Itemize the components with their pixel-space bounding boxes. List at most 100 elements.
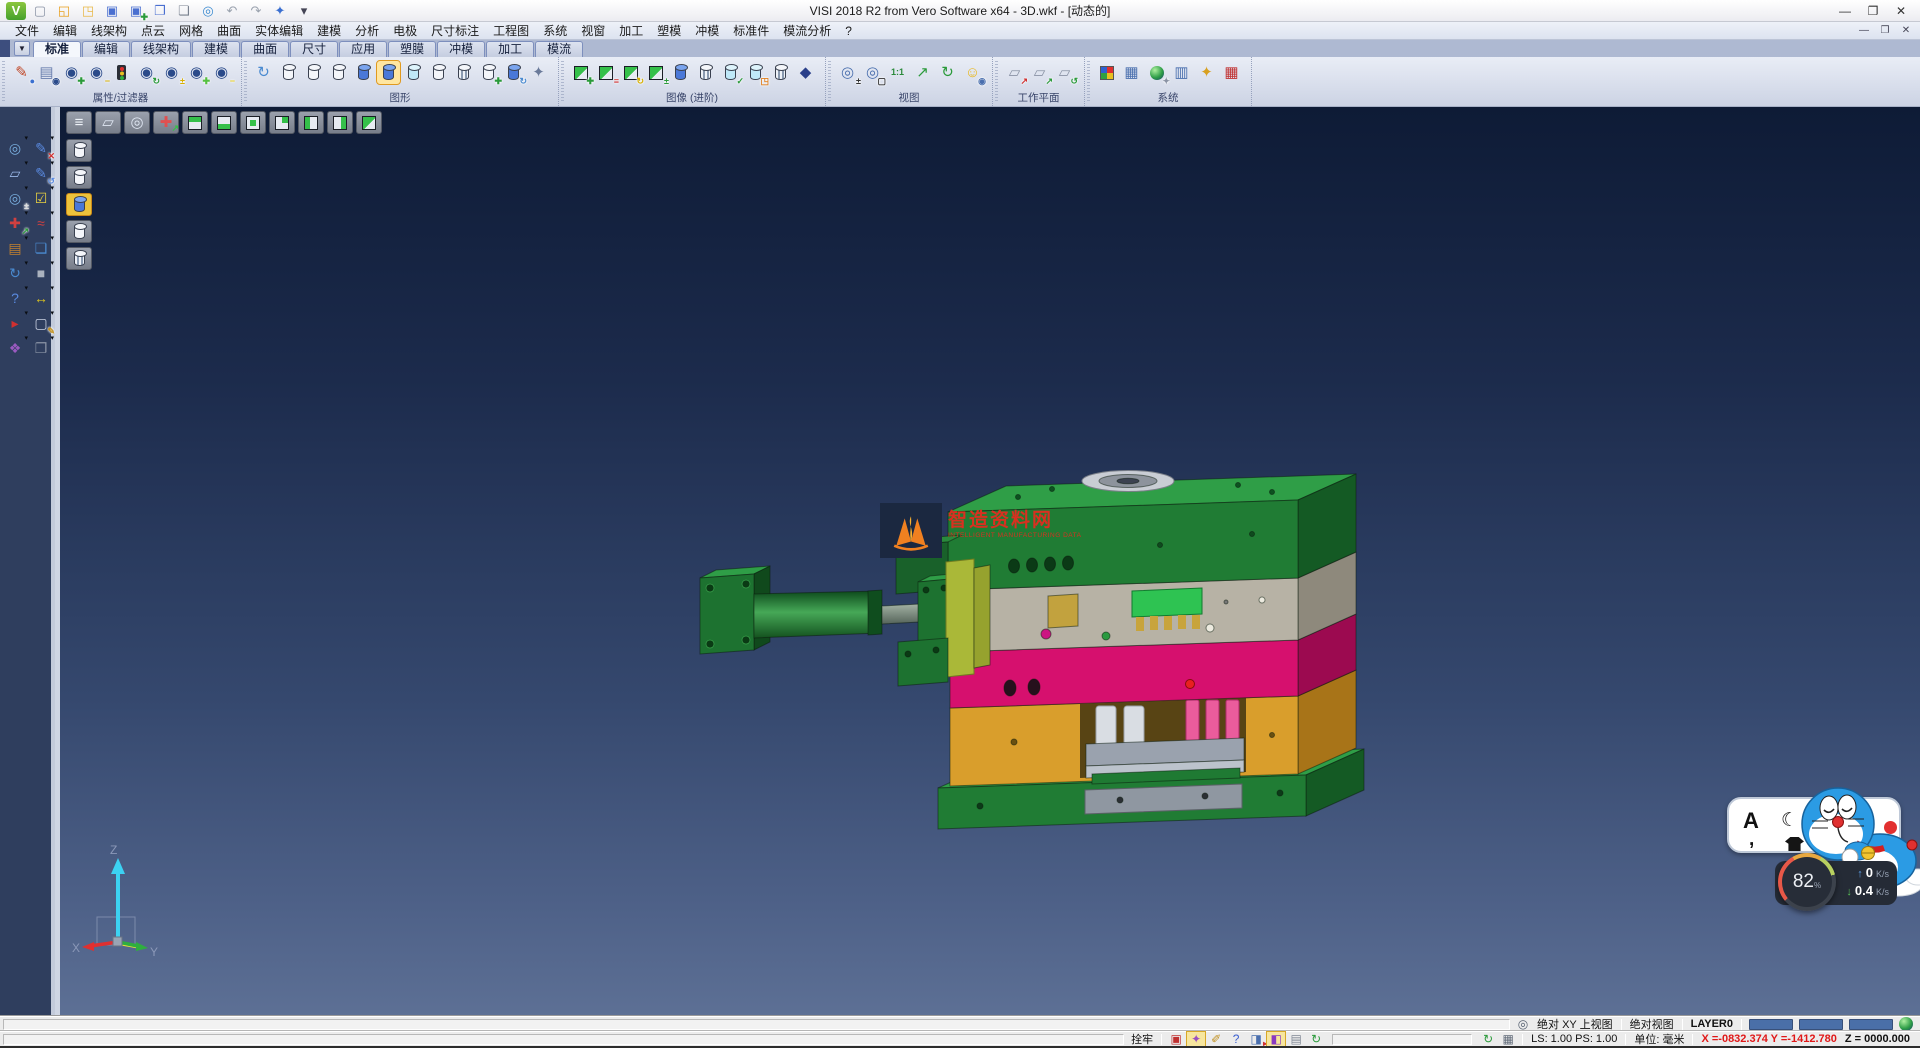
menu-solid-edit[interactable]: 实体编辑 [248,22,310,39]
dock-refresh-icon[interactable]: ↻ [3,262,27,284]
workplane-set-icon[interactable]: ▱↗ [1003,61,1026,84]
show-all-icon[interactable]: ◉✚ [185,61,208,84]
tab-application[interactable]: 应用 [339,41,387,57]
dock-cube-icon[interactable]: ■ [29,262,53,284]
visi-logo[interactable]: V [6,2,26,20]
dock-plane-icon[interactable]: ▱ [3,162,27,184]
menu-file[interactable]: 文件 [8,22,46,39]
dock-zoom-icon[interactable]: ◎± [3,187,27,209]
tab-mould[interactable]: 塑膜 [388,41,436,57]
regen-graphics-icon[interactable]: ↻ [252,61,275,84]
dock-flag-icon[interactable]: ▸ [3,312,27,334]
dock-window-icon[interactable]: ❏ [29,237,53,259]
regen-status-icon[interactable]: ↻ [1307,1032,1325,1046]
box-refresh-icon[interactable]: ↻ [619,61,642,84]
zoom-window-icon[interactable]: ◎▢ [861,61,884,84]
paint-cylinder-icon[interactable]: ✚ [477,61,500,84]
menu-help[interactable]: ? [838,24,859,38]
corner-cylinder-icon[interactable]: ◳ [744,61,767,84]
tab-dimension[interactable]: 尺寸 [290,41,338,57]
zoom-actual-icon[interactable]: 1:1 [886,61,909,84]
attribute-copy-icon[interactable]: ▤◉ [35,61,58,84]
open-file-icon[interactable]: ◱ [54,2,74,20]
save-all-icon[interactable]: ❐ [150,2,170,20]
pan-view-icon[interactable]: ↗ [911,61,934,84]
status-help-icon[interactable]: ? [1227,1032,1245,1046]
qat-dropdown-caret[interactable]: ▾ [294,2,314,20]
tab-standard[interactable]: 标准 [33,41,81,57]
menu-window[interactable]: 视窗 [574,22,612,39]
rotate-view-icon[interactable]: ↻ [936,61,959,84]
dock-confirm-icon[interactable]: ☑ [29,187,53,209]
dock-palette2-icon[interactable]: ❖ [3,337,27,359]
refresh-view-icon[interactable]: ↻ [1479,1032,1497,1046]
dashed-hidden-cylinder-icon[interactable] [327,61,350,84]
redo-icon[interactable]: ↷ [246,2,266,20]
workplane-reset-icon[interactable]: ▱↺ [1053,61,1076,84]
save-as-icon[interactable]: ▣✚ [126,2,146,20]
hide-all-icon[interactable]: ◉− [210,61,233,84]
export-cube-icon[interactable]: ◨▸ [1247,1032,1265,1046]
viewport-3d[interactable]: ≡▱◎✚↗ [60,107,1920,1016]
box-add-icon[interactable]: ✚ [569,61,592,84]
dock-edit-delete-icon[interactable]: ✎✕ [29,137,53,159]
striped-cylinder-icon[interactable] [694,61,717,84]
menu-point-cloud[interactable]: 点云 [134,22,172,39]
menu-drawing[interactable]: 工程图 [486,22,536,39]
snap-settings-icon[interactable]: ▣ [1167,1032,1185,1046]
menu-machining[interactable]: 加工 [612,22,650,39]
hidden-line-cylinder-icon[interactable] [302,61,325,84]
units-readout[interactable]: 单位: 毫米 [1630,1031,1688,1047]
menu-die[interactable]: 冲模 [688,22,726,39]
dock-curve-icon[interactable]: ≈ [29,212,53,234]
dock-measure-icon[interactable]: ↔ [29,287,53,309]
tab-surface[interactable]: 曲面 [241,41,289,57]
menu-edit[interactable]: 编辑 [46,22,84,39]
dock-search-icon[interactable]: ◎ [3,137,27,159]
memory-usage-ring[interactable]: 82 % [1778,853,1836,911]
child-minimize-button[interactable]: — [1856,25,1872,36]
globe-icon[interactable] [1897,1017,1915,1031]
refresh-visibility-icon[interactable]: ◉↻ [135,61,158,84]
hide-entities-icon[interactable]: ◉− [85,61,108,84]
open-folder-icon[interactable]: ◳ [78,2,98,20]
copy-graphics-icon[interactable]: ↻ [502,61,525,84]
tab-die[interactable]: 冲模 [437,41,485,57]
vero-award-icon[interactable]: ✦ [270,2,290,20]
save-icon[interactable]: ▣ [102,2,122,20]
active-layer-field[interactable]: LAYER0 [1687,1018,1737,1030]
tab-edit[interactable]: 编辑 [82,41,130,57]
build-tool-icon[interactable]: ✐ [1207,1032,1225,1046]
solid-view-icon[interactable]: ◆ [794,61,817,84]
grid-tablet-icon[interactable]: ▦ [1220,61,1243,84]
restore-button[interactable]: ❐ [1862,4,1884,18]
lock-toggle[interactable]: 拴牢 [1127,1031,1157,1047]
menu-mesh[interactable]: 网格 [172,22,210,39]
tab-machining[interactable]: 加工 [486,41,534,57]
tab-modeling[interactable]: 建模 [192,41,240,57]
view-orientation-icon[interactable]: ☺◉ [961,61,984,84]
dock-copy-icon[interactable]: ❐ [29,337,53,359]
wireframe-small-cylinder-icon[interactable] [427,61,450,84]
dock-axes-icon[interactable]: ✚↗ [3,212,27,234]
menu-surface[interactable]: 曲面 [210,22,248,39]
wireframe-cylinder-icon[interactable] [277,61,300,84]
check-cylinder-icon[interactable]: ✓ [719,61,742,84]
color-table-icon[interactable]: ▦ [1120,61,1143,84]
menu-electrode[interactable]: 电极 [386,22,424,39]
solid-cylinder-icon[interactable] [669,61,692,84]
shaded-cylinder-icon[interactable] [352,61,375,84]
child-restore-button[interactable]: ❐ [1877,25,1893,36]
box-toggle-icon[interactable]: ± [644,61,667,84]
toolbar-dropdown-caret[interactable]: ▼ [14,41,30,56]
wire-cylinder-icon[interactable] [769,61,792,84]
shaded-edges-cylinder-icon[interactable] [377,61,400,84]
print-icon[interactable]: ❏ [174,2,194,20]
absolute-view-label[interactable]: 绝对视图 [1626,1016,1678,1032]
filter-traffic-light-icon[interactable] [110,61,133,84]
menu-analysis[interactable]: 分析 [348,22,386,39]
close-button[interactable]: ✕ [1890,4,1912,18]
magic-select-icon[interactable]: ✦ [1187,1032,1205,1046]
attribute-paint-icon[interactable]: ✎● [10,61,33,84]
workplane-align-icon[interactable]: ▱↗ [1028,61,1051,84]
